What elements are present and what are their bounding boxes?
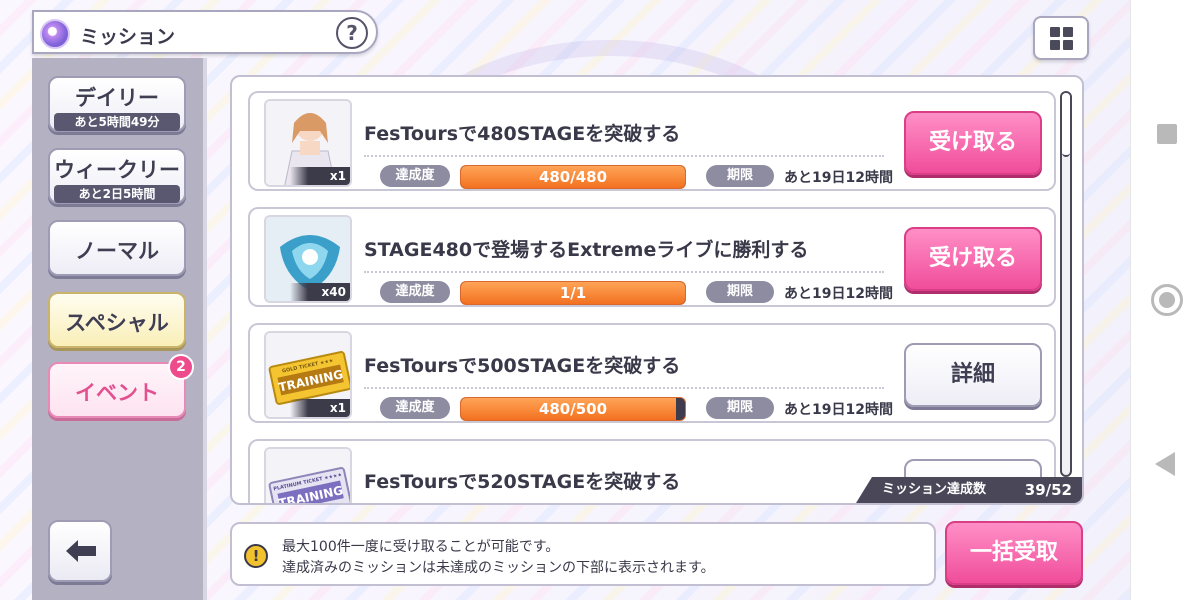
progress-bar: 1/1 bbox=[460, 281, 686, 305]
deadline-value: あと19日12時間 bbox=[784, 286, 893, 302]
mission-item: TRAINING GOLD TICKET ★★★ x1 FesToursで500… bbox=[248, 323, 1056, 423]
deadline-label: 期限 bbox=[706, 165, 774, 187]
tab-daily[interactable]: デイリー あと5時間49分 bbox=[48, 76, 186, 132]
back-button[interactable] bbox=[48, 520, 112, 582]
mission-icon bbox=[40, 19, 70, 49]
info-box: ! 最大100件一度に受け取ることが可能です。 達成済みのミッションは未達成のミ… bbox=[230, 522, 936, 586]
mission-item: x1 FesToursで480STAGEを突破する 達成度 480/480 期限… bbox=[248, 91, 1056, 191]
divider bbox=[364, 387, 884, 389]
reward-thumbnail: TRAINING GOLD TICKET ★★★ x1 bbox=[264, 331, 352, 419]
menu-grid-button[interactable] bbox=[1033, 16, 1089, 60]
claim-button[interactable]: 受け取る bbox=[904, 111, 1042, 175]
divider bbox=[364, 271, 884, 273]
reward-quantity: x1 bbox=[290, 399, 350, 417]
progress-bar: 480/480 bbox=[460, 165, 686, 189]
recent-apps-icon[interactable] bbox=[1157, 124, 1177, 144]
mission-title: FesToursで480STAGEを突破する bbox=[364, 123, 681, 145]
mission-title: STAGE480で登場するExtremeライブに勝利する bbox=[364, 239, 809, 261]
tab-label: ノーマル bbox=[75, 239, 159, 263]
mission-list[interactable]: x1 FesToursで480STAGEを突破する 達成度 480/480 期限… bbox=[230, 75, 1084, 505]
progress-label: 達成度 bbox=[380, 397, 450, 419]
summary-label: ミッション達成数 bbox=[882, 482, 987, 497]
tab-normal[interactable]: ノーマル bbox=[48, 220, 186, 276]
tab-remaining-time: あと5時間49分 bbox=[54, 113, 180, 131]
tab-weekly[interactable]: ウィークリー あと2日5時間 bbox=[48, 148, 186, 204]
tab-remaining-time: あと2日5時間 bbox=[54, 185, 180, 203]
deadline-label: 期限 bbox=[706, 281, 774, 303]
deadline-value: あと19日12時間 bbox=[784, 402, 893, 418]
header-tab: ミッション ? bbox=[32, 10, 378, 54]
scrollbar[interactable] bbox=[1060, 91, 1072, 477]
system-nav-bar bbox=[1130, 0, 1200, 600]
tab-label: スペシャル bbox=[65, 311, 169, 335]
claim-button[interactable]: 受け取る bbox=[904, 227, 1042, 291]
tab-event[interactable]: イベント 2 bbox=[48, 354, 194, 418]
sidebar: デイリー あと5時間49分 ウィークリー あと2日5時間 ノーマル スペシャル … bbox=[32, 58, 207, 600]
notification-badge: 2 bbox=[168, 354, 194, 380]
tab-label: デイリー bbox=[75, 86, 159, 110]
progress-value: 480/480 bbox=[538, 168, 608, 186]
bulk-claim-button[interactable]: 一括受取 bbox=[945, 521, 1083, 585]
warning-icon: ! bbox=[244, 544, 268, 568]
back-nav-icon[interactable] bbox=[1155, 452, 1175, 476]
deadline-value: あと19日12時間 bbox=[784, 170, 893, 186]
scrollbar-thumb[interactable] bbox=[1062, 93, 1070, 157]
training-ticket-icon: TRAINING PLATINUM TICKET ★★★★ bbox=[266, 449, 350, 503]
progress-value: 480/500 bbox=[538, 400, 608, 418]
deadline-label: 期限 bbox=[706, 397, 774, 419]
progress-bar: 480/500 bbox=[460, 397, 686, 421]
back-arrow-icon bbox=[66, 540, 96, 562]
mission-title: FesToursで520STAGEを突破する bbox=[364, 471, 681, 493]
tab-special[interactable]: スペシャル bbox=[48, 292, 186, 348]
info-line-1: 最大100件一度に受け取ることが可能です。 bbox=[282, 539, 560, 555]
reward-thumbnail: TRAINING PLATINUM TICKET ★★★★ bbox=[264, 447, 352, 503]
info-line-2: 達成済みのミッションは未達成のミッションの下部に表示されます。 bbox=[282, 560, 715, 576]
reward-quantity: x40 bbox=[290, 283, 350, 301]
summary-value: 39/52 bbox=[1024, 481, 1072, 499]
reward-thumbnail: x1 bbox=[264, 99, 352, 187]
divider bbox=[364, 155, 884, 157]
reward-thumbnail: x40 bbox=[264, 215, 352, 303]
tab-label: ウィークリー bbox=[54, 158, 180, 182]
detail-button[interactable]: 詳細 bbox=[904, 343, 1042, 407]
progress-label: 達成度 bbox=[380, 165, 450, 187]
progress-value: 1/1 bbox=[559, 284, 587, 302]
tab-label: イベント bbox=[75, 381, 159, 405]
help-button[interactable]: ? bbox=[336, 17, 368, 49]
page-title: ミッション bbox=[80, 26, 176, 48]
progress-label: 達成度 bbox=[380, 281, 450, 303]
mission-count-summary: ミッション達成数 39/52 bbox=[856, 477, 1082, 503]
mission-item: x40 STAGE480で登場するExtremeライブに勝利する 達成度 1/1… bbox=[248, 207, 1056, 307]
grid-icon bbox=[1049, 26, 1060, 37]
mission-title: FesToursで500STAGEを突破する bbox=[364, 355, 681, 377]
home-icon[interactable] bbox=[1151, 284, 1183, 316]
reward-quantity: x1 bbox=[290, 167, 350, 185]
